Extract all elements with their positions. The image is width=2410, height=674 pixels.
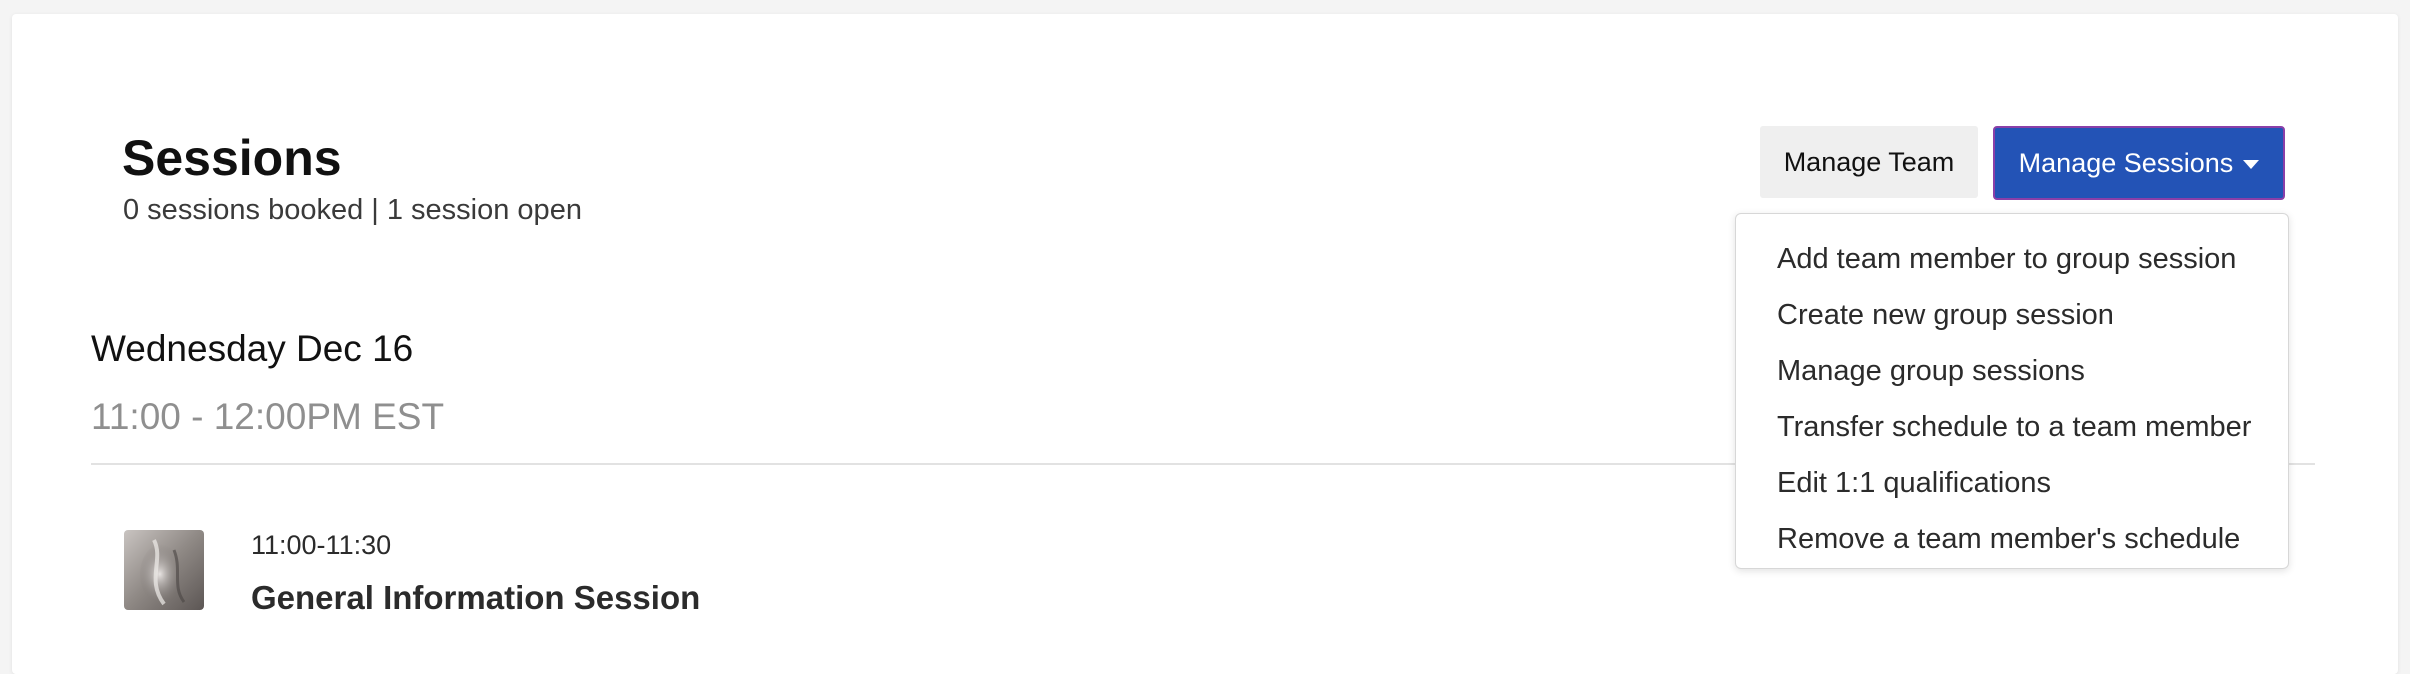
day-heading: Wednesday Dec 16 — [91, 328, 414, 369]
manage-sessions-menu: Add team member to group session Create … — [1735, 213, 2289, 569]
session-name[interactable]: General Information Session — [251, 578, 700, 618]
sessions-summary: 0 sessions booked | 1 session open — [123, 194, 582, 226]
menu-item-create-group-session[interactable]: Create new group session — [1736, 287, 2288, 343]
menu-item-add-team-member[interactable]: Add team member to group session — [1736, 231, 2288, 287]
session-time: 11:00-11:30 — [251, 530, 392, 560]
menu-item-remove-schedule[interactable]: Remove a team member's schedule — [1736, 511, 2288, 567]
manage-team-button[interactable]: Manage Team — [1760, 126, 1978, 198]
day-time-range: 11:00 - 12:00PM EST — [91, 396, 445, 437]
session-thumbnail-image — [124, 530, 204, 610]
caret-down-icon — [2243, 159, 2260, 169]
menu-item-edit-qualifications[interactable]: Edit 1:1 qualifications — [1736, 455, 2288, 511]
manage-sessions-label: Manage Sessions — [2018, 147, 2234, 178]
page-title: Sessions — [122, 130, 342, 186]
manage-sessions-button[interactable]: Manage Sessions — [1993, 126, 2285, 200]
menu-item-transfer-schedule[interactable]: Transfer schedule to a team member — [1736, 399, 2288, 455]
manage-team-label: Manage Team — [1783, 146, 1955, 177]
menu-item-manage-group-sessions[interactable]: Manage group sessions — [1736, 343, 2288, 399]
